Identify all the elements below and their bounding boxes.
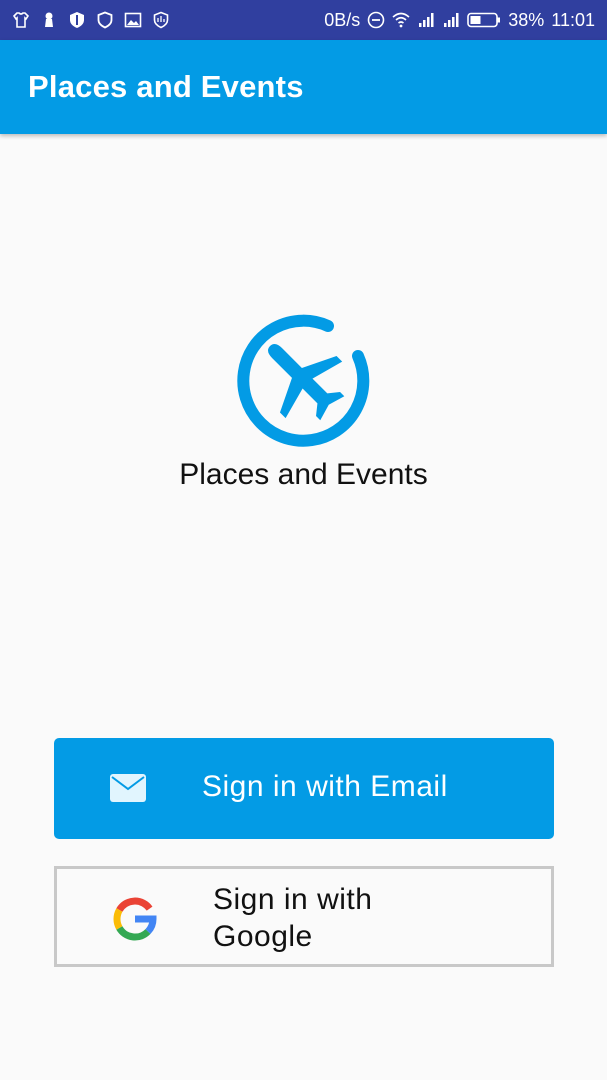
shield-icon <box>96 11 114 29</box>
keyhole-icon <box>40 11 58 29</box>
status-bar-right: 0B/s 38% 11:01 <box>324 10 595 31</box>
shield-check-icon <box>68 11 86 29</box>
shirt-icon <box>12 11 30 29</box>
image-icon <box>124 11 142 29</box>
clock: 11:01 <box>551 9 595 30</box>
status-bar: 0B/s 38% 11:01 <box>0 0 607 40</box>
dnd-icon <box>367 11 385 29</box>
signal-icon-2 <box>442 11 460 29</box>
google-g-icon <box>113 897 157 941</box>
sign-in-google-label: Sign in with Google <box>213 883 373 953</box>
battery-percent: 38% <box>508 9 545 30</box>
sign-in-email-button[interactable]: Sign in with Email <box>54 738 554 839</box>
app-title: Places and Events <box>28 69 304 104</box>
battery-icon <box>467 11 501 29</box>
shield-app-icon <box>152 11 170 29</box>
airplane-circle-icon <box>236 312 372 448</box>
sign-in-email-label: Sign in with Email <box>202 770 448 803</box>
mail-icon <box>110 774 146 802</box>
status-bar-left <box>12 11 170 29</box>
logo-caption: Places and Events <box>179 458 428 491</box>
app-bar: Places and Events <box>0 40 607 134</box>
net-speed: 0B/s <box>324 9 361 30</box>
wifi-icon <box>392 11 410 29</box>
sign-in-google-button[interactable]: Sign in with Google <box>54 866 554 967</box>
signal-icon <box>417 11 435 29</box>
